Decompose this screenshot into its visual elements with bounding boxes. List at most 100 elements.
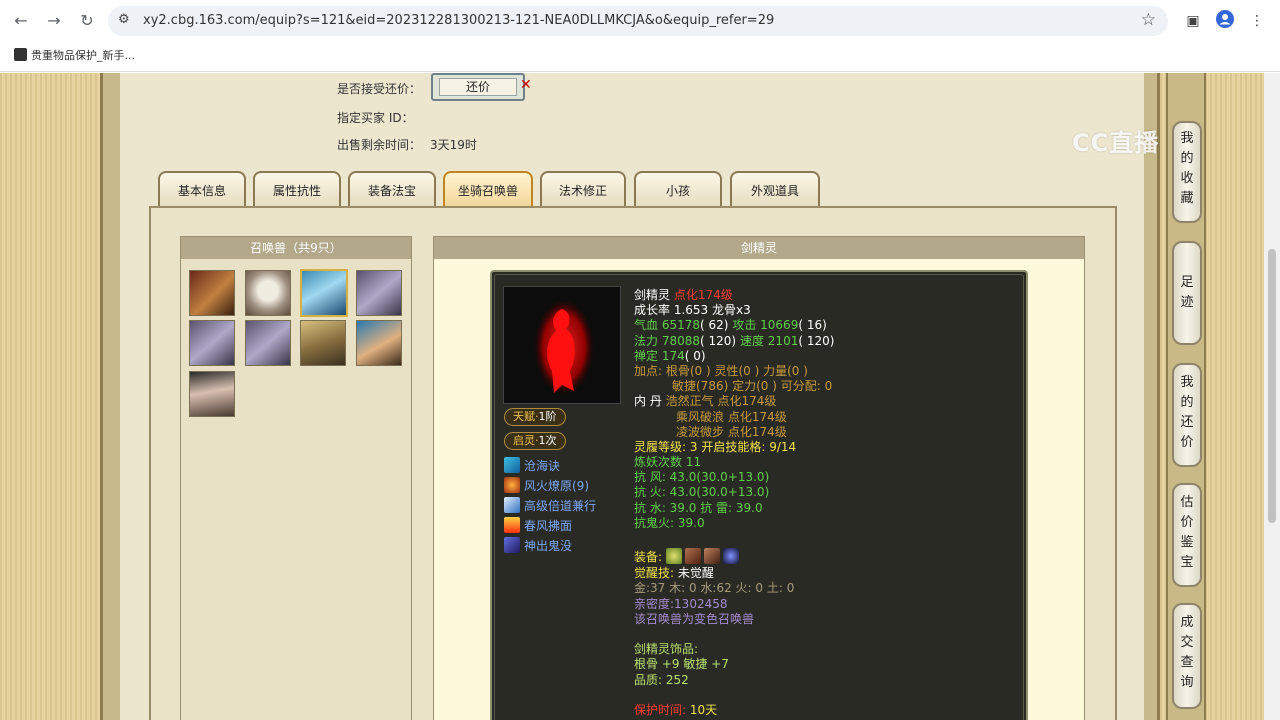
tab-mounts-pets[interactable]: 坐骑召唤兽 xyxy=(443,171,533,207)
variant-note: 该召唤兽为变色召唤兽 xyxy=(634,611,755,626)
tab-label: 基本信息 xyxy=(177,184,226,198)
page-scrollbar[interactable] xyxy=(1264,73,1280,720)
refine-label: 炼妖次数 xyxy=(634,455,683,470)
skill-grid-label: 开启技能格: xyxy=(701,439,766,454)
flame-skill-icon xyxy=(504,517,520,533)
address-bar[interactable]: ⚙ xy2.cbg.163.com/equip?s=121&eid=202312… xyxy=(108,6,1168,36)
site-settings-icon[interactable]: ⚙ xyxy=(118,12,130,27)
zen-value: 174 xyxy=(661,348,685,363)
mp-label: 法力 xyxy=(634,333,659,348)
skill-4[interactable]: 春风拂面 xyxy=(504,517,572,535)
spirit-label: 启灵 xyxy=(513,434,535,447)
time-left-label: 出售剩余时间： xyxy=(337,138,422,152)
pet-thumbnail-9[interactable] xyxy=(189,371,235,417)
pet-thumbnail-3-selected[interactable] xyxy=(300,269,348,317)
tab-spell-mods[interactable]: 法术修正 xyxy=(540,171,626,207)
bookmark-favicon-icon xyxy=(14,48,27,61)
zen-label: 禅定 xyxy=(634,348,659,363)
resist-water-thunder: 抗 水: 39.0 抗 雷: 39.0 xyxy=(634,500,763,515)
reload-icon[interactable]: ↻ xyxy=(76,10,98,32)
tab-label: 小孩 xyxy=(665,184,690,198)
speed-skill-icon xyxy=(504,497,520,513)
scrollbar-thumb[interactable] xyxy=(1268,249,1276,523)
tab-equipment[interactable]: 装备法宝 xyxy=(348,171,436,207)
tab-attributes[interactable]: 属性抗性 xyxy=(253,171,341,207)
zen-points: ( 0) xyxy=(684,348,706,363)
talent-label: 天赋 xyxy=(513,410,535,423)
bookmark-item[interactable]: 贵重物品保护_新手... xyxy=(14,47,135,63)
menu-icon[interactable]: ⋮ xyxy=(1246,10,1268,32)
atk-points: ( 16) xyxy=(798,318,827,333)
skill-grid-value: 9/14 xyxy=(769,439,797,454)
resist-ghost-fire: 抗鬼火: 39.0 xyxy=(634,515,705,530)
url-text[interactable]: xy2.cbg.163.com/equip?s=121&eid=20231228… xyxy=(143,13,774,28)
sidebar-my-counteroffers[interactable]: 我的还价 xyxy=(1172,363,1202,467)
pet-thumbnail-6[interactable] xyxy=(245,320,291,366)
spd-value: 2101 xyxy=(767,333,799,348)
equipment-label: 装备: xyxy=(634,550,663,565)
awaken-label: 觉醒技: xyxy=(634,566,675,581)
pet-thumbnail-5[interactable] xyxy=(189,320,235,366)
sidebar-favorites[interactable]: 我的收藏 xyxy=(1172,121,1202,223)
pet-thumbnail-1[interactable] xyxy=(189,270,235,316)
pet-card: 天赋·1阶 启灵·1次 沧海诀 风火燎原(9) 高级倍道兼行 春风拂面 神出鬼没… xyxy=(490,270,1028,720)
profile-icon[interactable] xyxy=(1214,10,1236,32)
sidebar-label: 足迹 xyxy=(1180,275,1194,310)
refine-value: 11 xyxy=(685,455,702,470)
skill-1[interactable]: 沧海诀 xyxy=(504,457,560,475)
wave-skill-icon xyxy=(504,457,520,473)
mp-points: ( 120) xyxy=(700,333,737,348)
tab-label: 坐骑召唤兽 xyxy=(457,184,518,198)
pet-thumbnail-2[interactable] xyxy=(245,270,291,316)
hp-value: 65178 xyxy=(661,318,701,333)
talent-badge: 天赋·1阶 xyxy=(504,408,566,426)
five-elements: 金:37 木: 0 水:62 火: 0 土: 0 xyxy=(634,581,795,596)
talent-value: 1阶 xyxy=(538,410,557,423)
sidebar-label: 估价鉴宝 xyxy=(1180,495,1194,570)
pet-detail-title: 剑精灵 xyxy=(434,237,1084,259)
pet-thumbnail-8[interactable] xyxy=(356,320,402,366)
skill-5[interactable]: 神出鬼没 xyxy=(504,537,572,555)
skill-3[interactable]: 高级倍道兼行 xyxy=(504,497,596,515)
pet-thumbnail-7[interactable] xyxy=(300,320,346,366)
equip-armor-icon[interactable] xyxy=(684,548,701,565)
skill-name: 神出鬼没 xyxy=(524,539,573,553)
resist-wind: 抗 风: 43.0(30.0+13.0) xyxy=(634,470,770,485)
counter-offer-label: 还价 xyxy=(439,78,517,96)
atk-value: 10669 xyxy=(760,318,799,333)
spirit-value: 1次 xyxy=(538,434,557,447)
equip-collar-icon[interactable] xyxy=(703,548,720,565)
mp-value: 78088 xyxy=(661,333,701,348)
pet-name: 剑精灵 xyxy=(634,288,671,302)
growth-rate: 成长率 1.653 龙骨x3 xyxy=(634,303,751,318)
back-icon[interactable]: ← xyxy=(10,10,32,32)
buyer-id-label: 指定买家 ID： xyxy=(337,111,414,125)
resist-fire: 抗 火: 43.0(30.0+13.0) xyxy=(634,485,770,500)
stream-watermark: CC直播 xyxy=(1072,129,1160,157)
counter-offer-button[interactable]: 还价 xyxy=(431,73,525,101)
bookmark-label: 贵重物品保护_新手... xyxy=(31,49,135,62)
protect-time-value: 10天 xyxy=(689,702,718,717)
spd-label: 速度 xyxy=(739,333,764,348)
ghost-skill-icon xyxy=(504,537,520,553)
browser-chrome: ← → ↻ ⚙ xy2.cbg.163.com/equip?s=121&eid=… xyxy=(0,0,1280,72)
sidebar-label: 成交查询 xyxy=(1180,615,1194,690)
equip-necklace-icon[interactable] xyxy=(665,548,682,565)
tab-basic-info[interactable]: 基本信息 xyxy=(158,171,246,207)
tab-label: 外观道具 xyxy=(750,184,799,198)
sidebar-appraisal[interactable]: 估价鉴宝 xyxy=(1172,483,1202,587)
tab-appearance[interactable]: 外观道具 xyxy=(730,171,820,207)
equip-orb-icon[interactable] xyxy=(722,548,739,565)
side-panel-icon[interactable]: ▣ xyxy=(1182,10,1204,32)
sidebar-label: 我的还价 xyxy=(1180,375,1194,450)
attribute-points-2: 敏捷(786) 定力(0 ) 可分配: 0 xyxy=(672,379,833,394)
forward-icon[interactable]: → xyxy=(43,10,65,32)
skill-name: 风火燎原(9) xyxy=(524,479,589,493)
pet-thumbnail-4[interactable] xyxy=(356,270,402,316)
sidebar-footprints[interactable]: 足迹 xyxy=(1172,241,1202,345)
skill-2[interactable]: 风火燎原(9) xyxy=(504,477,589,495)
sidebar-transaction-query[interactable]: 成交查询 xyxy=(1172,603,1202,709)
bookmark-star-icon[interactable]: ☆ xyxy=(1141,10,1156,30)
tab-children[interactable]: 小孩 xyxy=(634,171,722,207)
pet-stats: 剑精灵 点化174级 成长率 1.653 龙骨x3 气血 65178( 62) … xyxy=(634,288,1014,718)
